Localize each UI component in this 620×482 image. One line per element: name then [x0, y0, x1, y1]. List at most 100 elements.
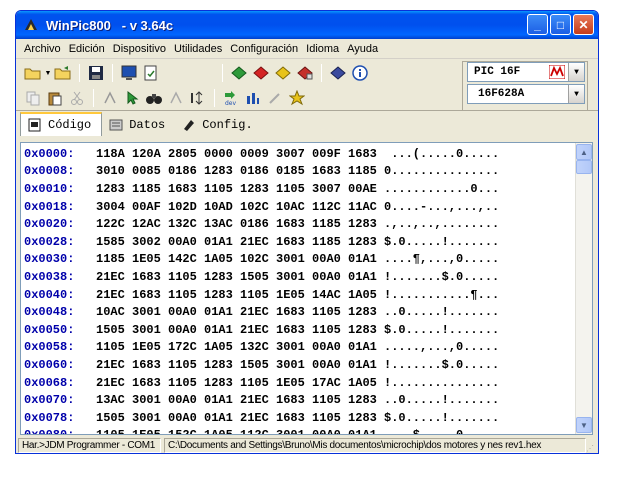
- hex-row-values[interactable]: 3010 0085 0186 1283 0186 0185 1683 1185: [96, 164, 384, 178]
- hex-row-values[interactable]: 1505 3001 00A0 01A1 21EC 1683 1105 1283: [96, 323, 384, 337]
- tab-codigo[interactable]: Código: [20, 112, 103, 136]
- hex-row[interactable]: 0x0058: 1105 1E05 172C 1A05 132C 3001 00A…: [24, 339, 499, 357]
- device-model-dropdown-icon[interactable]: ▼: [568, 85, 584, 103]
- maximize-button[interactable]: □: [550, 14, 571, 35]
- paste-icon[interactable]: [44, 87, 66, 109]
- hex-row-values[interactable]: 21EC 1683 1105 1283 1105 1E05 14AC 1A05: [96, 288, 384, 302]
- save-icon[interactable]: [85, 62, 107, 84]
- hex-row[interactable]: 0x0040: 21EC 1683 1105 1283 1105 1E05 14A…: [24, 286, 499, 304]
- hex-row-ascii[interactable]: $.0.....!.......: [384, 411, 499, 425]
- menu-edicion[interactable]: Edición: [65, 43, 109, 55]
- hex-rows: 0x0000: 118A 120A 2805 0000 0009 3007 009…: [24, 145, 499, 434]
- title-bar[interactable]: WinPic800 - v 3.64c _ □ ✕: [16, 11, 598, 39]
- tab-config[interactable]: Config.: [175, 114, 262, 136]
- hex-row-ascii[interactable]: !...............: [384, 376, 499, 390]
- hex-row-ascii[interactable]: !...........¶...: [384, 288, 499, 302]
- menu-idioma[interactable]: Idioma: [302, 43, 343, 55]
- hex-row-values[interactable]: 1505 3001 00A0 01A1 21EC 1683 1105 1283: [96, 411, 384, 425]
- hex-row-ascii[interactable]: $.0.....!.......: [384, 323, 499, 337]
- hex-row-ascii[interactable]: ....¶,...,0.....: [384, 252, 499, 266]
- hex-row[interactable]: 0x0068: 21EC 1683 1105 1283 1105 1E05 17A…: [24, 374, 499, 392]
- menu-dispositivo[interactable]: Dispositivo: [109, 43, 170, 55]
- detect-icon: [99, 87, 121, 109]
- close-button[interactable]: ✕: [573, 14, 594, 35]
- open-dropdown-icon[interactable]: ▼: [44, 70, 52, 77]
- hex-row[interactable]: 0x0048: 10AC 3001 00A0 01A1 21EC 1683 110…: [24, 303, 499, 321]
- hex-row-ascii[interactable]: 0...............: [384, 164, 499, 178]
- binoculars-icon[interactable]: [143, 87, 165, 109]
- device-model-select[interactable]: 16F628A ▼: [467, 84, 585, 104]
- dev-icon[interactable]: dev: [220, 87, 242, 109]
- hex-row-values[interactable]: 13AC 3001 00A0 01A1 21EC 1683 1105 1283: [96, 393, 384, 407]
- hex-row-values[interactable]: 10AC 3001 00A0 01A1 21EC 1683 1105 1283: [96, 305, 384, 319]
- hex-row-ascii[interactable]: $.0.....!.......: [384, 235, 499, 249]
- device-family-select[interactable]: PIC 16F ▼: [467, 62, 585, 82]
- scroll-thumb[interactable]: [576, 160, 592, 174]
- info-icon[interactable]: [349, 62, 371, 84]
- hex-row-values[interactable]: 21EC 1683 1105 1283 1105 1E05 17AC 1A05: [96, 376, 384, 390]
- write-chip-icon[interactable]: [250, 62, 272, 84]
- scroll-up-icon[interactable]: ▲: [576, 144, 592, 160]
- hex-row[interactable]: 0x0008: 3010 0085 0186 1283 0186 0185 168…: [24, 163, 499, 181]
- hex-row-ascii[interactable]: .,..,..,........: [384, 217, 499, 231]
- hex-row[interactable]: 0x0010: 1283 1185 1683 1105 1283 1105 300…: [24, 180, 499, 198]
- tab-strip: Código Datos Config.: [16, 111, 598, 136]
- settings-diamond-icon[interactable]: [327, 62, 349, 84]
- hex-row-address: 0x0070:: [24, 393, 75, 408]
- hex-row-values[interactable]: 1585 3002 00A0 01A1 21EC 1683 1185 1283: [96, 235, 384, 249]
- hex-row-ascii[interactable]: ..0.....!.......: [384, 305, 499, 319]
- device-model-value: 16F628A: [478, 88, 525, 100]
- verify-chip-icon[interactable]: [272, 62, 294, 84]
- hex-row-ascii[interactable]: ............0...: [384, 182, 499, 196]
- resize-grip-icon[interactable]: ⋰: [586, 438, 598, 453]
- hex-row-ascii[interactable]: ..0.....!.......: [384, 393, 499, 407]
- hex-row-values[interactable]: 21EC 1683 1105 1283 1505 3001 00A0 01A1: [96, 270, 384, 284]
- hex-row-values[interactable]: 118A 120A 2805 0000 0009 3007 009F 1683: [96, 147, 384, 161]
- hex-row-ascii[interactable]: ...(.....0.....: [384, 147, 499, 161]
- hex-row[interactable]: 0x0050: 1505 3001 00A0 01A1 21EC 1683 110…: [24, 321, 499, 339]
- star-chip-icon[interactable]: [286, 87, 308, 109]
- cursor-icon[interactable]: [121, 87, 143, 109]
- hex-row[interactable]: 0x0080:1105 1E05 152C 1A05 112C 3001 00A…: [24, 427, 499, 434]
- tab-datos[interactable]: Datos: [102, 114, 175, 136]
- hex-row-values[interactable]: 122C 12AC 132C 13AC 0186 1683 1185 1283: [96, 217, 384, 231]
- hex-row-ascii[interactable]: ....$,...,0.....: [384, 428, 499, 434]
- hex-row-values[interactable]: 1105 1E05 172C 1A05 132C 3001 00A0 01A1: [96, 340, 384, 354]
- hex-row-values[interactable]: 1105 1E05 152C 1A05 112C 3001 00A0 01A1: [96, 428, 384, 434]
- hex-row[interactable]: 0x0028: 1585 3002 00A0 01A1 21EC 1683 118…: [24, 233, 499, 251]
- menu-utilidades[interactable]: Utilidades: [170, 43, 226, 55]
- menu-ayuda[interactable]: Ayuda: [343, 43, 382, 55]
- hex-row[interactable]: 0x0070: 13AC 3001 00A0 01A1 21EC 1683 110…: [24, 391, 499, 409]
- hex-row[interactable]: 0x0078: 1505 3001 00A0 01A1 21EC 1683 110…: [24, 409, 499, 427]
- hex-row[interactable]: 0x0060: 21EC 1683 1105 1283 1505 3001 00A…: [24, 356, 499, 374]
- hex-row-values[interactable]: 1185 1E05 142C 1A05 102C 3001 00A0 01A1: [96, 252, 384, 266]
- vertical-scrollbar[interactable]: ▲ ▼: [575, 143, 592, 434]
- menu-archivo[interactable]: Archivo: [20, 43, 65, 55]
- erase-chip-icon[interactable]: [294, 62, 316, 84]
- hex-row-ascii[interactable]: !.......$.0.....: [384, 270, 499, 284]
- hex-editor[interactable]: 0x0000: 118A 120A 2805 0000 0009 3007 009…: [20, 142, 593, 435]
- hex-row-ascii[interactable]: 0....-...,...,..: [384, 200, 499, 214]
- open-folder-icon[interactable]: [22, 62, 44, 84]
- document-check-icon[interactable]: [140, 62, 162, 84]
- bar-graph-icon[interactable]: [242, 87, 264, 109]
- hex-row[interactable]: 0x0020: 122C 12AC 132C 13AC 0186 1683 118…: [24, 215, 499, 233]
- minimize-button[interactable]: _: [527, 14, 548, 35]
- hex-row-values[interactable]: 21EC 1683 1105 1283 1505 3001 00A0 01A1: [96, 358, 384, 372]
- hex-row-values[interactable]: 1283 1185 1683 1105 1283 1105 3007 00AE: [96, 182, 384, 196]
- device-family-dropdown-icon[interactable]: ▼: [568, 63, 584, 81]
- hex-row[interactable]: 0x0030: 1185 1E05 142C 1A05 102C 3001 00A…: [24, 251, 499, 269]
- reload-folder-icon[interactable]: [52, 62, 74, 84]
- scroll-down-icon[interactable]: ▼: [576, 417, 592, 433]
- hex-row[interactable]: 0x0000: 118A 120A 2805 0000 0009 3007 009…: [24, 145, 499, 163]
- read-chip-icon[interactable]: [228, 62, 250, 84]
- hex-row[interactable]: 0x0018: 3004 00AF 102D 10AD 102C 10AC 112…: [24, 198, 499, 216]
- hex-row-address: 0x0060:: [24, 357, 75, 372]
- menu-configuracion[interactable]: Configuración: [226, 43, 302, 55]
- screen-icon[interactable]: [118, 62, 140, 84]
- hex-row[interactable]: 0x0038: 21EC 1683 1105 1283 1505 3001 00A…: [24, 268, 499, 286]
- goto-address-icon[interactable]: [187, 87, 209, 109]
- hex-row-ascii[interactable]: .....,...,0.....: [384, 340, 499, 354]
- hex-row-ascii[interactable]: !.......$.0.....: [384, 358, 499, 372]
- hex-row-values[interactable]: 3004 00AF 102D 10AD 102C 10AC 112C 11AC: [96, 200, 384, 214]
